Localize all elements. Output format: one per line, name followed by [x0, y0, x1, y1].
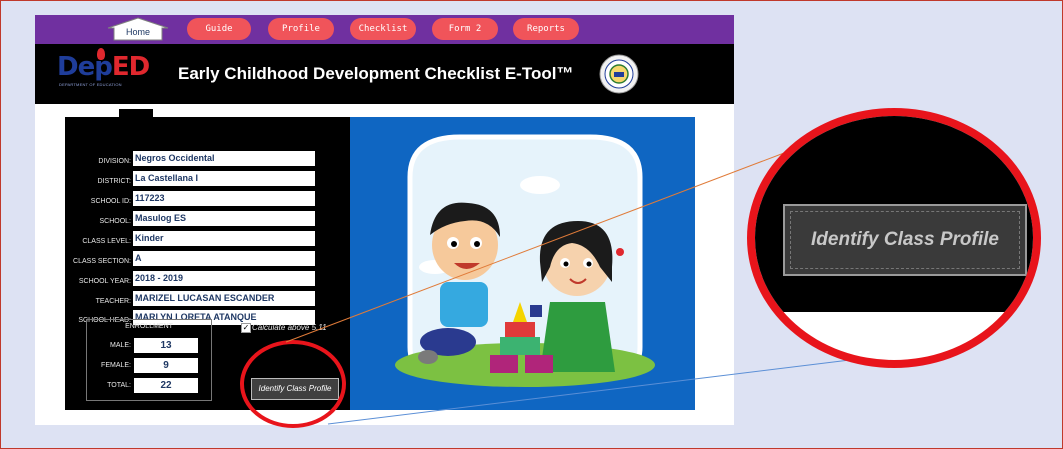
- zoom-magnifier: Identify Class Profile: [747, 108, 1041, 368]
- zoomed-identify-class-profile-button: Identify Class Profile: [783, 204, 1027, 276]
- zoomed-button-border: [790, 211, 1020, 269]
